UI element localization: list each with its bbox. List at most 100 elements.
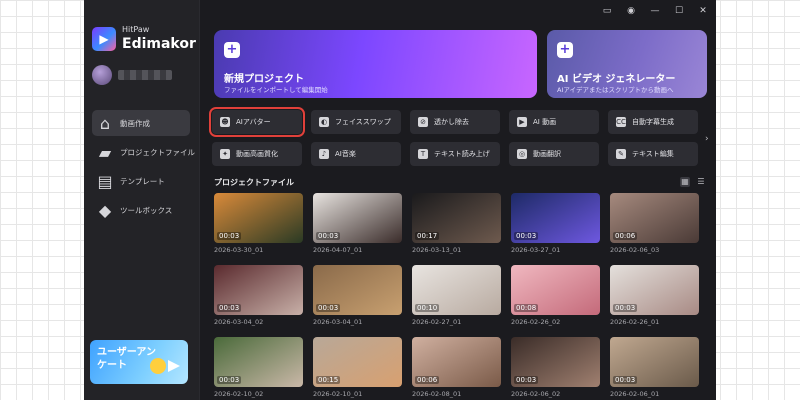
list-view-icon[interactable]: ☰ bbox=[696, 177, 706, 187]
tts-icon: T bbox=[418, 149, 428, 159]
duration-badge: 00:06 bbox=[415, 376, 440, 384]
project-name: 2026-03-13_01 bbox=[412, 246, 462, 254]
app-window: ▶ HitPaw Edimakor ⌂ 動画作成 ▰ プロジェクトファイル ▤ テンプレー… bbox=[84, 0, 716, 400]
project-thumbnail[interactable]: 00:08 bbox=[511, 265, 600, 315]
sidebar-item-label: 動画作成 bbox=[120, 118, 150, 128]
paper-plane-icon bbox=[168, 360, 180, 372]
tool-button[interactable]: ♪ AI音楽 bbox=[311, 142, 401, 166]
project-thumbnail[interactable]: 00:03 bbox=[610, 337, 699, 387]
project-card[interactable]: 00:03 2026-02-06_02 bbox=[511, 337, 600, 398]
sidebar-item[interactable]: ⌂ 動画作成 bbox=[92, 110, 190, 136]
project-card[interactable]: 00:03 2026-03-04_01 bbox=[313, 265, 402, 326]
duration-badge: 00:17 bbox=[415, 232, 440, 240]
tool-label: 動画高画質化 bbox=[236, 150, 278, 158]
project-card[interactable]: 00:03 2026-02-06_01 bbox=[610, 337, 699, 398]
tool-button[interactable]: CC 自動字幕生成 bbox=[608, 110, 698, 134]
tool-label: 透かし除去 bbox=[434, 118, 469, 126]
project-thumbnail[interactable]: 00:06 bbox=[412, 337, 501, 387]
avatar[interactable] bbox=[92, 65, 112, 85]
project-name: 2026-02-26_01 bbox=[610, 318, 660, 326]
folder-icon: ▰ bbox=[98, 142, 112, 162]
project-thumbnail[interactable]: 00:03 bbox=[511, 337, 600, 387]
user-account[interactable] bbox=[92, 64, 188, 86]
project-thumbnail[interactable]: 00:15 bbox=[313, 337, 402, 387]
sidebar-item[interactable]: ◆ ツールボックス bbox=[92, 197, 190, 223]
duration-badge: 00:15 bbox=[316, 376, 341, 384]
project-name: 2026-02-10_02 bbox=[214, 390, 264, 398]
grid-view-icon[interactable]: ▦ bbox=[680, 177, 690, 187]
avatar-icon: ☻ bbox=[220, 117, 230, 127]
project-thumbnail[interactable]: 00:17 bbox=[412, 193, 501, 243]
duration-badge: 00:03 bbox=[316, 232, 341, 240]
project-thumbnail[interactable]: 00:03 bbox=[313, 265, 402, 315]
smiley-icon bbox=[150, 358, 166, 374]
duration-badge: 00:03 bbox=[514, 232, 539, 240]
tool-button[interactable]: ◎ 動画翻訳 bbox=[509, 142, 599, 166]
project-card[interactable]: 00:03 2026-02-10_02 bbox=[214, 337, 303, 398]
project-name: 2026-02-08_01 bbox=[412, 390, 462, 398]
project-name: 2026-02-26_02 bbox=[511, 318, 561, 326]
template-icon: ▤ bbox=[97, 171, 113, 191]
view-toggle: ▦ ☰ bbox=[680, 177, 706, 187]
project-thumbnail[interactable]: 00:03 bbox=[214, 265, 303, 315]
minimize-icon[interactable]: — bbox=[648, 5, 662, 17]
ai-video-generator-subtitle: AIアイデアまたはスクリプトから動画へ bbox=[557, 86, 674, 94]
tool-button[interactable]: ✎ テキスト編集 bbox=[608, 142, 698, 166]
sidebar-nav: ⌂ 動画作成 ▰ プロジェクトファイル ▤ テンプレート ◆ ツールボックス bbox=[92, 110, 195, 226]
project-thumbnail[interactable]: 00:03 bbox=[214, 337, 303, 387]
survey-label: ユーザーアンケート bbox=[97, 347, 156, 371]
project-card[interactable]: 00:03 2026-03-04_02 bbox=[214, 265, 303, 326]
project-card[interactable]: 00:03 2026-03-30_01 bbox=[214, 193, 303, 254]
project-name: 2026-02-06_01 bbox=[610, 390, 660, 398]
project-card[interactable]: 00:03 2026-04-07_01 bbox=[313, 193, 402, 254]
subtitle-icon: CC bbox=[616, 117, 626, 127]
info-icon[interactable]: ◉ bbox=[624, 5, 638, 17]
new-project-title: 新規プロジェクト bbox=[224, 74, 304, 85]
project-thumbnail[interactable]: 00:06 bbox=[610, 193, 699, 243]
project-card[interactable]: 00:03 2026-03-27_01 bbox=[511, 193, 600, 254]
project-name: 2026-02-06_03 bbox=[610, 246, 660, 254]
tool-button[interactable]: ⊘ 透かし除去 bbox=[410, 110, 500, 134]
tool-label: AI 動画 bbox=[533, 118, 557, 126]
ai-video-icon: ▶ bbox=[517, 117, 527, 127]
project-name: 2026-04-07_01 bbox=[313, 246, 363, 254]
ai-video-generator-card[interactable]: + AI ビデオ ジェネレーター AIアイデアまたはスクリプトから動画へ bbox=[547, 30, 707, 98]
new-project-card[interactable]: + 新規プロジェクト ファイルをインポートして編集開始 bbox=[214, 30, 537, 98]
feedback-icon[interactable]: ▭ bbox=[600, 5, 614, 17]
project-card[interactable]: 00:06 2026-02-08_01 bbox=[412, 337, 501, 398]
project-card[interactable]: 00:17 2026-03-13_01 bbox=[412, 193, 501, 254]
project-files-title: プロジェクトファイル bbox=[214, 178, 294, 187]
tool-button[interactable]: ✦ 動画高画質化 bbox=[212, 142, 302, 166]
survey-banner[interactable]: ユーザーアンケート bbox=[90, 340, 188, 384]
project-card[interactable]: 00:08 2026-02-26_02 bbox=[511, 265, 600, 326]
project-thumbnail[interactable]: 00:03 bbox=[511, 193, 600, 243]
project-thumbnail[interactable]: 00:10 bbox=[412, 265, 501, 315]
chevron-right-icon[interactable]: › bbox=[705, 134, 715, 146]
tool-button[interactable]: ◐ フェイススワップ bbox=[311, 110, 401, 134]
project-card[interactable]: 00:15 2026-02-10_01 bbox=[313, 337, 402, 398]
project-name: 2026-03-27_01 bbox=[511, 246, 561, 254]
close-icon[interactable]: ✕ bbox=[696, 5, 710, 17]
music-icon: ♪ bbox=[319, 149, 329, 159]
plus-icon: + bbox=[557, 42, 573, 58]
tool-button[interactable]: ☻ AIアバター bbox=[209, 107, 305, 137]
sidebar-item-label: テンプレート bbox=[120, 176, 165, 186]
project-name: 2026-02-10_01 bbox=[313, 390, 363, 398]
project-card[interactable]: 00:03 2026-02-26_01 bbox=[610, 265, 699, 326]
project-thumbnail[interactable]: 00:03 bbox=[610, 265, 699, 315]
tool-label: テキスト読み上げ bbox=[434, 150, 490, 158]
app-logo: ▶ HitPaw Edimakor bbox=[92, 26, 196, 51]
maximize-icon[interactable]: ☐ bbox=[672, 5, 686, 17]
sidebar-item[interactable]: ▤ テンプレート bbox=[92, 168, 190, 194]
project-thumbnail[interactable]: 00:03 bbox=[214, 193, 303, 243]
tool-button[interactable]: ▶ AI 動画 bbox=[509, 110, 599, 134]
project-card[interactable]: 00:10 2026-02-27_01 bbox=[412, 265, 501, 326]
project-card[interactable]: 00:06 2026-02-06_03 bbox=[610, 193, 699, 254]
tool-button[interactable]: T テキスト読み上げ bbox=[410, 142, 500, 166]
translate-icon: ◎ bbox=[517, 149, 527, 159]
sidebar-item[interactable]: ▰ プロジェクトファイル bbox=[92, 139, 195, 165]
username-redacted bbox=[118, 70, 172, 80]
project-thumbnail[interactable]: 00:03 bbox=[313, 193, 402, 243]
tool-label: 動画翻訳 bbox=[533, 150, 561, 158]
project-name: 2026-02-06_02 bbox=[511, 390, 561, 398]
